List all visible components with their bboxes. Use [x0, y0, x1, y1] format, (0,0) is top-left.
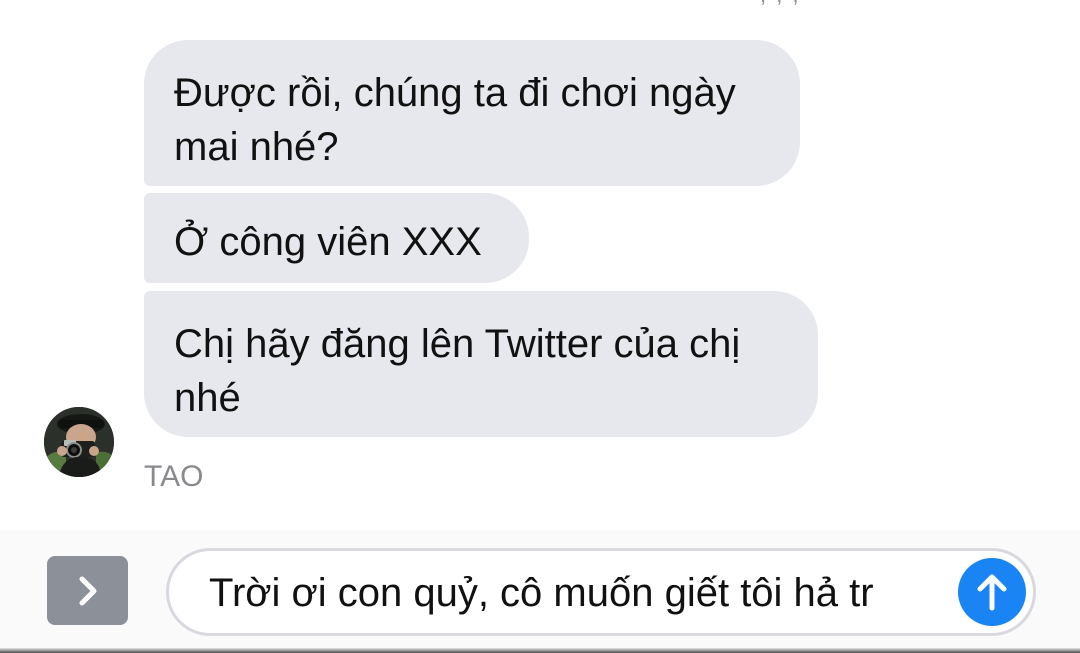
message-bubble[interactable]: Ở công viên XXX	[144, 193, 529, 283]
chevron-right-icon	[79, 576, 96, 605]
arrow-up-icon	[977, 574, 1007, 611]
timestamp-fragment: , , ,	[760, 0, 801, 8]
avatar[interactable]	[44, 407, 114, 477]
person-with-camera-avatar-icon	[44, 407, 114, 477]
message-input-value: Trời ơi con quỷ, cô muốn giết tôi hả tr	[209, 571, 874, 615]
send-button[interactable]	[958, 558, 1026, 626]
expand-button[interactable]	[47, 556, 128, 625]
sender-name: TAO	[144, 460, 204, 493]
screen-bottom-edge	[0, 648, 1080, 653]
message-bubble[interactable]: Chị hãy đăng lên Twitter của chị nhé	[144, 291, 818, 437]
message-input[interactable]: Trời ơi con quỷ, cô muốn giết tôi hả tr	[166, 548, 1036, 636]
message-bubble[interactable]: Được rồi, chúng ta đi chơi ngày mai nhé?	[144, 40, 800, 186]
